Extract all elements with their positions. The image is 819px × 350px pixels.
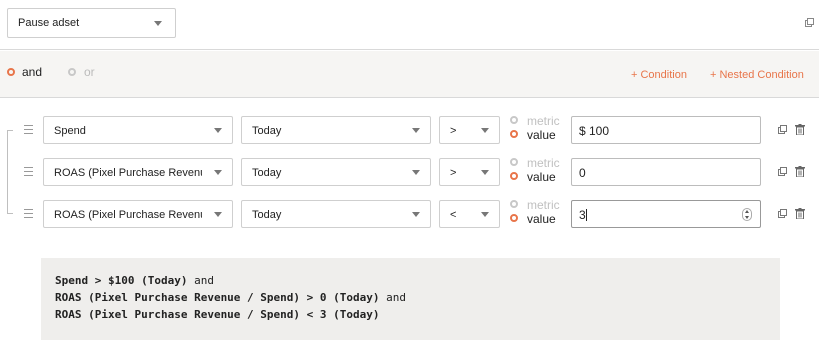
drag-handle-icon[interactable]: [24, 167, 33, 177]
copy-icon[interactable]: [778, 209, 787, 218]
copy-icon[interactable]: [778, 125, 787, 134]
operator-select-value: <: [450, 209, 457, 221]
trash-icon[interactable]: [795, 124, 805, 135]
value-label[interactable]: value: [527, 212, 556, 226]
field-select-value: ROAS (Pixel Purchase Revenue / Spend): [54, 167, 202, 179]
rule-summary: Spend > $100 (Today) and ROAS (Pixel Pur…: [41, 258, 780, 340]
window-select[interactable]: Today: [241, 158, 431, 186]
metric-radio[interactable]: [510, 158, 518, 166]
text-cursor: [585, 209, 587, 221]
summary-join: and: [187, 274, 214, 287]
action-select[interactable]: Pause adset: [7, 8, 176, 38]
metric-label[interactable]: metric: [527, 156, 560, 170]
metric-label[interactable]: metric: [527, 114, 560, 128]
value-input-text: 0: [579, 166, 586, 180]
chevron-down-icon: [154, 21, 162, 26]
field-select[interactable]: Spend: [43, 116, 233, 144]
metric-value-toggle: metric value: [510, 156, 570, 188]
condition-row: ROAS (Pixel Purchase Revenue / Spend) To…: [0, 156, 819, 188]
summary-code: ROAS (Pixel Purchase Revenue / Spend) < …: [55, 308, 380, 321]
chevron-down-icon: [412, 212, 420, 217]
summary-line: ROAS (Pixel Purchase Revenue / Spend) < …: [55, 306, 766, 323]
summary-code: Spend > $100 (Today): [55, 274, 188, 287]
or-radio[interactable]: [68, 68, 76, 76]
chevron-down-icon: [412, 170, 420, 175]
field-select-value: Spend: [54, 125, 86, 137]
value-radio[interactable]: [510, 172, 518, 180]
field-select-value: ROAS (Pixel Purchase Revenue / Spend): [54, 209, 202, 221]
chevron-down-icon: [481, 170, 489, 175]
and-label[interactable]: and: [22, 65, 42, 79]
logic-bar: and or + Condition + Nested Condition: [0, 51, 819, 98]
add-condition-link[interactable]: + Condition: [631, 69, 687, 81]
drag-handle-icon[interactable]: [24, 125, 33, 135]
field-select[interactable]: ROAS (Pixel Purchase Revenue / Spend): [43, 158, 233, 186]
chevron-down-icon: [481, 128, 489, 133]
field-select[interactable]: ROAS (Pixel Purchase Revenue / Spend): [43, 200, 233, 228]
operator-select-value: >: [450, 125, 457, 137]
summary-line: ROAS (Pixel Purchase Revenue / Spend) > …: [55, 289, 766, 306]
condition-row: ROAS (Pixel Purchase Revenue / Spend) To…: [0, 198, 819, 230]
chevron-down-icon: [481, 212, 489, 217]
condition-row: Spend Today > metric value $ 100: [0, 114, 819, 146]
and-radio[interactable]: [7, 68, 15, 76]
operator-select[interactable]: <: [439, 200, 500, 228]
or-label[interactable]: or: [84, 65, 95, 79]
window-select[interactable]: Today: [241, 116, 431, 144]
copy-icon[interactable]: [778, 167, 787, 176]
chevron-down-icon: [214, 128, 222, 133]
window-select-value: Today: [252, 125, 282, 137]
value-label[interactable]: value: [527, 170, 556, 184]
chevron-down-icon: [214, 170, 222, 175]
trash-icon[interactable]: [795, 208, 805, 219]
copy-icon[interactable]: [805, 18, 814, 27]
metric-radio[interactable]: [510, 116, 518, 124]
trash-icon[interactable]: [795, 166, 805, 177]
add-nested-condition-link[interactable]: + Nested Condition: [710, 69, 804, 81]
value-radio[interactable]: [510, 214, 518, 222]
operator-select[interactable]: >: [439, 158, 500, 186]
value-input[interactable]: 0: [571, 158, 761, 186]
summary-line: Spend > $100 (Today) and: [55, 272, 766, 289]
action-select-value: Pause adset: [18, 17, 80, 29]
value-input[interactable]: $ 100: [571, 116, 761, 144]
metric-label[interactable]: metric: [527, 198, 560, 212]
chevron-down-icon: [412, 128, 420, 133]
operator-select[interactable]: >: [439, 116, 500, 144]
window-select[interactable]: Today: [241, 200, 431, 228]
value-input-text: 3: [579, 208, 586, 222]
value-input[interactable]: 3: [571, 200, 761, 228]
value-input-text: $ 100: [579, 124, 610, 138]
metric-value-toggle: metric value: [510, 198, 570, 230]
window-select-value: Today: [252, 209, 282, 221]
window-select-value: Today: [252, 167, 282, 179]
operator-select-value: >: [450, 167, 457, 179]
drag-handle-icon[interactable]: [24, 209, 33, 219]
summary-code: ROAS (Pixel Purchase Revenue / Spend) > …: [55, 291, 380, 304]
metric-value-toggle: metric value: [510, 114, 570, 146]
metric-radio[interactable]: [510, 200, 518, 208]
number-spinner-icon[interactable]: [742, 208, 752, 221]
action-bar: Pause adset: [0, 0, 819, 50]
value-radio[interactable]: [510, 130, 518, 138]
summary-join: and: [379, 291, 407, 304]
chevron-down-icon: [214, 212, 222, 217]
value-label[interactable]: value: [527, 128, 556, 142]
